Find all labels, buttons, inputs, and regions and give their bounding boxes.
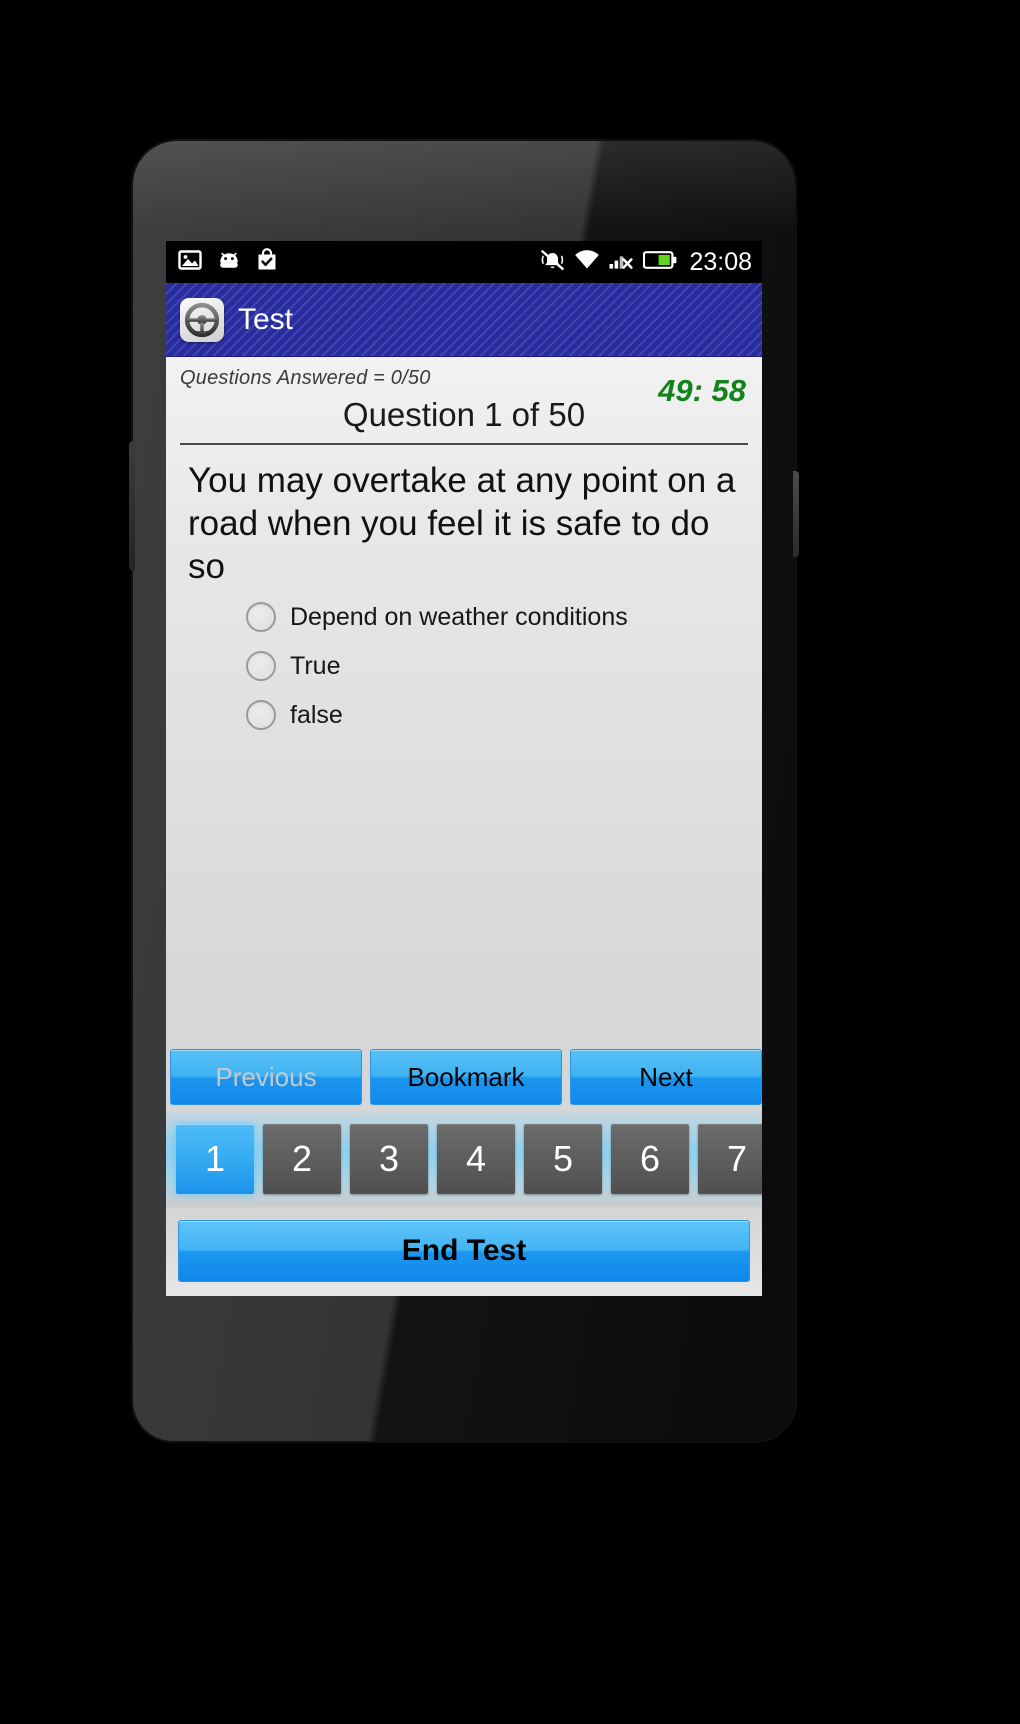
answer-option-label: True	[290, 651, 341, 680]
next-button[interactable]: Next	[570, 1049, 762, 1105]
end-test-container: End Test	[166, 1207, 762, 1296]
question-number-chip[interactable]: 2	[263, 1124, 341, 1194]
answer-options-group: Depend on weather conditions True false	[166, 594, 762, 731]
cellular-no-service-icon	[609, 249, 634, 275]
play-store-bag-icon	[256, 247, 278, 277]
answer-option-label: false	[290, 700, 343, 729]
question-number-chip[interactable]: 5	[524, 1124, 602, 1194]
radio-button-icon[interactable]	[246, 602, 276, 633]
power-button[interactable]	[793, 471, 799, 557]
question-number-chip[interactable]: 1	[176, 1124, 254, 1194]
wifi-icon	[574, 249, 600, 275]
previous-button[interactable]: Previous	[170, 1049, 362, 1105]
svg-text:BTT: BTT	[196, 330, 208, 336]
status-bar-system-icons: 23:08	[540, 248, 752, 277]
end-test-button[interactable]: End Test	[178, 1220, 750, 1282]
question-number-strip[interactable]: 1 2 3 4 5 6 7	[166, 1111, 762, 1207]
quiz-content: Questions Answered = 0/50 49: 58 Questio…	[166, 357, 762, 1296]
answer-option-1[interactable]: Depend on weather conditions	[246, 602, 762, 633]
question-number-chip[interactable]: 4	[437, 1124, 515, 1194]
radio-button-icon[interactable]	[246, 651, 276, 682]
quiz-header: Questions Answered = 0/50 49: 58 Questio…	[166, 357, 762, 443]
countdown-timer: 49: 58	[658, 373, 746, 408]
question-number-chip[interactable]: 6	[611, 1124, 689, 1194]
steering-wheel-icon: BTT	[180, 297, 224, 342]
vibrate-muted-icon	[540, 248, 565, 277]
navigation-buttons: Previous Bookmark Next	[166, 1043, 762, 1111]
battery-icon	[643, 250, 677, 275]
android-head-icon	[216, 249, 242, 276]
status-bar: 23:08	[166, 241, 762, 283]
question-text: You may overtake at any point on a road …	[188, 461, 736, 587]
volume-button[interactable]	[129, 441, 135, 571]
phone-screen: 23:08 BTT Test Questions Answered = 0/50…	[166, 241, 762, 1296]
answer-option-2[interactable]: True	[246, 651, 762, 682]
status-bar-notification-icons	[178, 247, 278, 277]
answer-option-label: Depend on weather conditions	[290, 602, 628, 631]
phone-device: 23:08 BTT Test Questions Answered = 0/50…	[129, 141, 799, 1441]
question-number-chip[interactable]: 3	[350, 1124, 428, 1194]
gallery-icon	[178, 248, 202, 277]
status-bar-clock: 23:08	[689, 247, 752, 276]
question-number-chip[interactable]: 7	[698, 1124, 762, 1194]
app-bar: BTT Test	[166, 283, 762, 357]
bookmark-button[interactable]: Bookmark	[370, 1049, 562, 1105]
radio-button-icon[interactable]	[246, 700, 276, 731]
answer-option-3[interactable]: false	[246, 700, 762, 731]
app-bar-title: Test	[238, 302, 294, 336]
